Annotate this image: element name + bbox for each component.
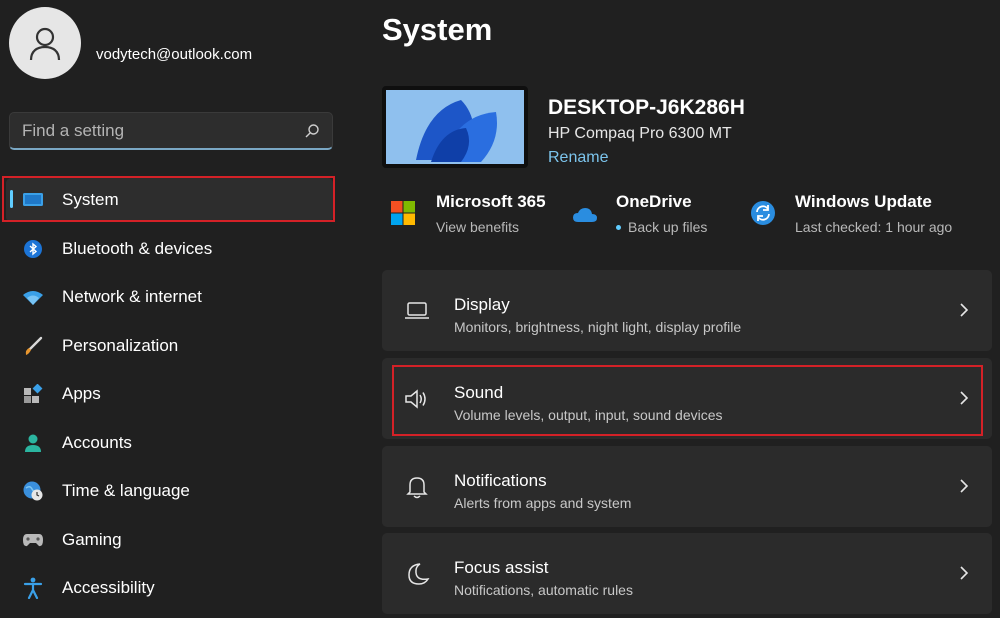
- microsoft-logo-icon[interactable]: [390, 200, 416, 226]
- person-icon: [22, 432, 44, 454]
- bluetooth-icon: [22, 238, 44, 260]
- gamepad-icon: [22, 529, 44, 551]
- sidebar-item-network[interactable]: Network & internet: [6, 275, 333, 319]
- quick-link-subtitle: Last checked: 1 hour ago: [795, 219, 953, 235]
- sidebar-item-label: Network & internet: [62, 287, 202, 306]
- quick-link-title: OneDrive: [616, 192, 692, 211]
- status-dot-icon: [616, 225, 621, 230]
- sidebar-item-label: Accessibility: [62, 578, 155, 597]
- sidebar-item-label: Time & language: [62, 481, 190, 500]
- settings-card-notifications[interactable]: Notifications Alerts from apps and syste…: [382, 446, 992, 527]
- highlight-box-system: [2, 176, 335, 222]
- chevron-right-icon: [960, 479, 969, 493]
- settings-card-display[interactable]: Display Monitors, brightness, night ligh…: [382, 270, 992, 351]
- wifi-icon: [22, 286, 44, 308]
- quick-link-title: Microsoft 365: [436, 192, 546, 211]
- chevron-right-icon: [960, 566, 969, 580]
- quick-link-subtitle: Back up files: [628, 219, 708, 235]
- sidebar-item-bluetooth[interactable]: Bluetooth & devices: [6, 227, 333, 271]
- page-title: System: [382, 12, 493, 47]
- onedrive-cloud-icon[interactable]: [572, 202, 598, 228]
- moon-icon: [408, 563, 430, 585]
- card-title: Focus assist: [454, 558, 549, 577]
- avatar[interactable]: [9, 7, 81, 79]
- sidebar-item-time-language[interactable]: Time & language: [6, 469, 333, 513]
- windows-update-icon[interactable]: [750, 200, 776, 226]
- sidebar-item-label: Personalization: [62, 336, 179, 355]
- globe-clock-icon: [22, 480, 44, 502]
- card-title: Notifications: [454, 471, 547, 490]
- windows-bloom-wallpaper: [386, 90, 524, 164]
- device-name: DESKTOP-J6K286H: [548, 96, 745, 119]
- card-subtitle: Notifications, automatic rules: [454, 582, 633, 598]
- rename-link[interactable]: Rename: [548, 149, 608, 167]
- sidebar-item-label: Accounts: [62, 433, 132, 452]
- card-subtitle: Monitors, brightness, night light, displ…: [454, 319, 742, 335]
- accessibility-icon: [22, 577, 44, 599]
- sidebar: vodytech@outlook.com System Bluetooth & …: [0, 0, 345, 618]
- sidebar-item-label: Bluetooth & devices: [62, 239, 213, 258]
- user-icon: [29, 27, 61, 61]
- device-model: HP Compaq Pro 6300 MT: [548, 125, 732, 142]
- sidebar-item-accessibility[interactable]: Accessibility: [6, 566, 333, 610]
- apps-icon: [22, 383, 44, 405]
- sidebar-item-personalization[interactable]: Personalization: [6, 324, 333, 368]
- account-email: vodytech@outlook.com: [96, 46, 253, 63]
- device-thumbnail: [382, 86, 528, 168]
- settings-card-focus-assist[interactable]: Focus assist Notifications, automatic ru…: [382, 533, 992, 614]
- sidebar-item-apps[interactable]: Apps: [6, 372, 333, 416]
- card-title: Display: [454, 295, 510, 314]
- search-box[interactable]: [9, 112, 333, 150]
- sidebar-item-label: Gaming: [62, 530, 122, 549]
- quick-link-subtitle: View benefits: [436, 219, 520, 235]
- highlight-box-sound: [392, 365, 983, 436]
- laptop-icon: [405, 302, 429, 319]
- search-input[interactable]: [22, 113, 292, 149]
- chevron-right-icon: [960, 303, 969, 317]
- sidebar-item-gaming[interactable]: Gaming: [6, 518, 333, 562]
- brush-icon: [22, 335, 44, 357]
- quick-link-title: Windows Update: [795, 192, 932, 211]
- card-subtitle: Alerts from apps and system: [454, 495, 632, 511]
- sidebar-item-label: Apps: [62, 384, 101, 403]
- bell-icon: [406, 477, 428, 499]
- sidebar-item-accounts[interactable]: Accounts: [6, 421, 333, 465]
- search-icon[interactable]: [304, 123, 320, 139]
